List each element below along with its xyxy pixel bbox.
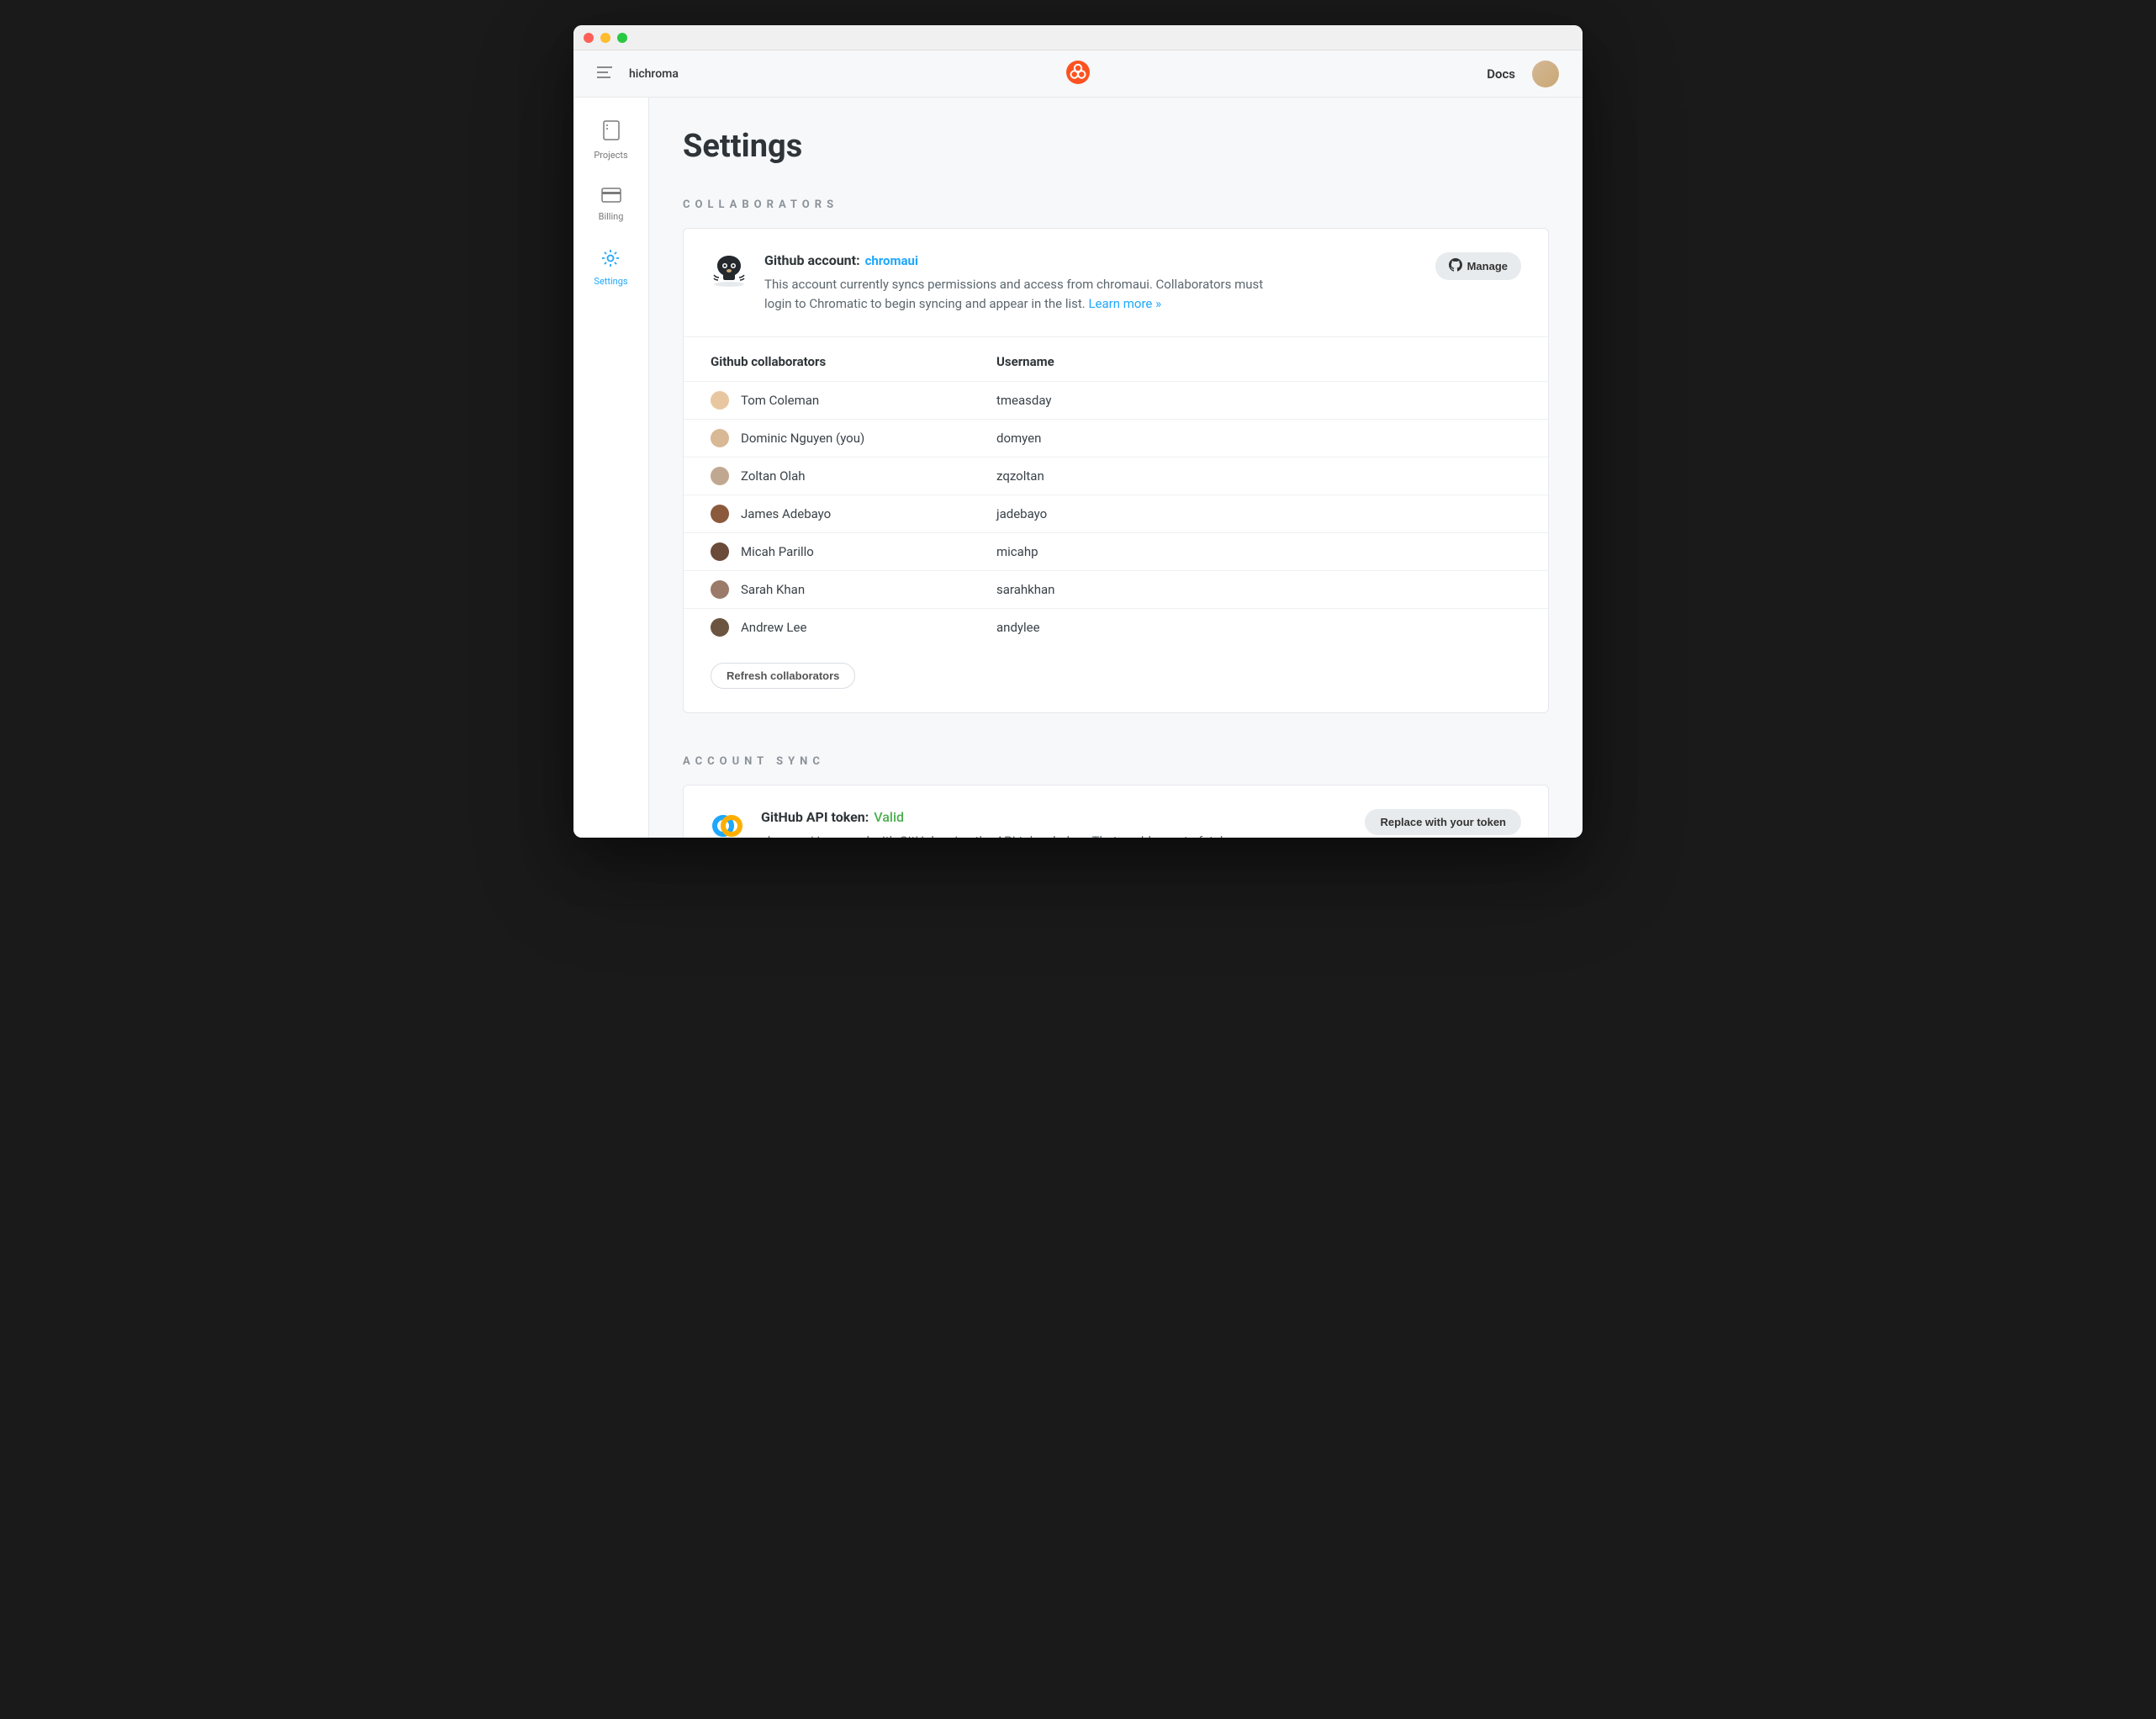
- manage-button[interactable]: Manage: [1435, 252, 1521, 280]
- window-close-button[interactable]: [584, 33, 594, 43]
- collaborators-card: Github account: chromaui This account cu…: [683, 228, 1549, 713]
- collaborator-name: Andrew Lee: [741, 620, 806, 635]
- menu-icon[interactable]: [597, 66, 612, 82]
- collaborator-username: andylee: [996, 620, 1040, 635]
- gear-icon: [601, 249, 620, 271]
- collaborator-username: jadebayo: [996, 506, 1047, 521]
- learn-more-link[interactable]: Learn more »: [1088, 296, 1161, 311]
- sidebar-item-label: Projects: [594, 150, 627, 161]
- table-row: Andrew Lee andylee: [684, 609, 1548, 646]
- collaborator-name: Micah Parillo: [741, 544, 814, 559]
- sidebar-item-label: Billing: [599, 211, 624, 222]
- github-octocat-icon: [711, 252, 748, 293]
- collaborator-username: tmeasday: [996, 393, 1052, 408]
- docs-link[interactable]: Docs: [1487, 66, 1515, 82]
- collaborator-avatar: [711, 618, 729, 637]
- table-header: Github collaborators Username: [684, 337, 1548, 382]
- window-minimize-button[interactable]: [600, 33, 610, 43]
- window-maximize-button[interactable]: [617, 33, 627, 43]
- refresh-collaborators-button[interactable]: Refresh collaborators: [711, 663, 855, 689]
- table-row: Sarah Khan sarahkhan: [684, 571, 1548, 609]
- collaborator-username: micahp: [996, 544, 1038, 559]
- replace-token-button[interactable]: Replace with your token: [1365, 809, 1521, 835]
- collaborator-avatar: [711, 505, 729, 523]
- table-row: Zoltan Olah zqzoltan: [684, 458, 1548, 495]
- collaborator-name: James Adebayo: [741, 506, 831, 521]
- sidebar: Projects Billing Settings: [573, 98, 649, 838]
- table-row: Dominic Nguyen (you) domyen: [684, 420, 1548, 458]
- table-row: Tom Coleman tmeasday: [684, 382, 1548, 420]
- sync-description: chromaui is synced with GitHub using the…: [761, 832, 1266, 838]
- chromatic-logo[interactable]: [1066, 61, 1090, 87]
- collaborator-name: Tom Coleman: [741, 393, 819, 408]
- topbar: hichroma Docs: [573, 50, 1583, 98]
- sidebar-item-label: Settings: [594, 276, 627, 287]
- column-header-username: Username: [996, 354, 1054, 369]
- org-name[interactable]: hichroma: [629, 67, 679, 81]
- table-row: James Adebayo jadebayo: [684, 495, 1548, 533]
- github-icon: [1449, 258, 1462, 274]
- collaborator-username: sarahkhan: [996, 582, 1054, 597]
- collaborator-name: Sarah Khan: [741, 582, 805, 597]
- page-title: Settings: [683, 128, 1549, 165]
- titlebar: [573, 25, 1583, 50]
- user-avatar[interactable]: [1532, 61, 1559, 87]
- api-token-title: GitHub API token:: [761, 809, 869, 825]
- account-sync-card: GitHub API token: Valid chromaui is sync…: [683, 785, 1549, 838]
- sidebar-item-settings[interactable]: Settings: [594, 249, 627, 287]
- collaborator-name: Dominic Nguyen (you): [741, 431, 864, 446]
- sidebar-item-billing[interactable]: Billing: [599, 188, 624, 222]
- collaborator-name: Zoltan Olah: [741, 468, 806, 484]
- collaborator-avatar: [711, 429, 729, 447]
- collaborator-avatar: [711, 580, 729, 599]
- collaborators-description: This account currently syncs permissions…: [764, 275, 1269, 313]
- token-status: Valid: [874, 809, 904, 825]
- sync-icon: [711, 809, 744, 838]
- main-content: Settings Collaborators: [649, 98, 1583, 838]
- collaborator-avatar: [711, 391, 729, 410]
- projects-icon: [602, 119, 621, 145]
- github-account-link[interactable]: chromaui: [865, 253, 918, 268]
- app-window: hichroma Docs Projects: [573, 25, 1583, 838]
- table-row: Micah Parillo micahp: [684, 533, 1548, 571]
- section-label-collaborators: Collaborators: [683, 198, 1549, 211]
- billing-icon: [601, 188, 621, 206]
- collaborator-avatar: [711, 467, 729, 485]
- section-label-account-sync: Account Sync: [683, 755, 1549, 768]
- sidebar-item-projects[interactable]: Projects: [594, 119, 627, 161]
- collaborator-username: zqzoltan: [996, 468, 1044, 484]
- collaborator-avatar: [711, 542, 729, 561]
- github-account-title: Github account:: [764, 252, 860, 268]
- column-header-name: Github collaborators: [711, 354, 996, 369]
- collaborator-username: domyen: [996, 431, 1041, 446]
